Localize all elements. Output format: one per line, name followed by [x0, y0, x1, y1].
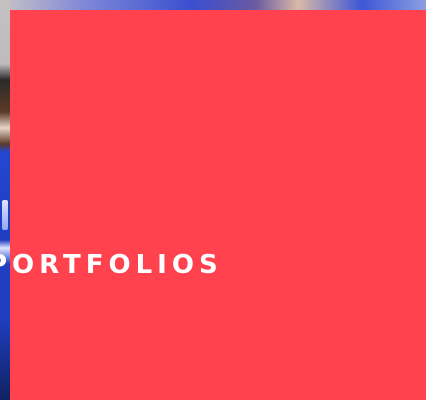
hero-section: PORTFOLIOS	[0, 0, 426, 400]
background-person-image	[0, 0, 10, 400]
lanyard-badge-image	[2, 200, 8, 230]
page-title: PORTFOLIOS	[0, 250, 223, 280]
background-photo-top-edge	[0, 0, 426, 10]
red-overlay-panel	[10, 10, 426, 400]
